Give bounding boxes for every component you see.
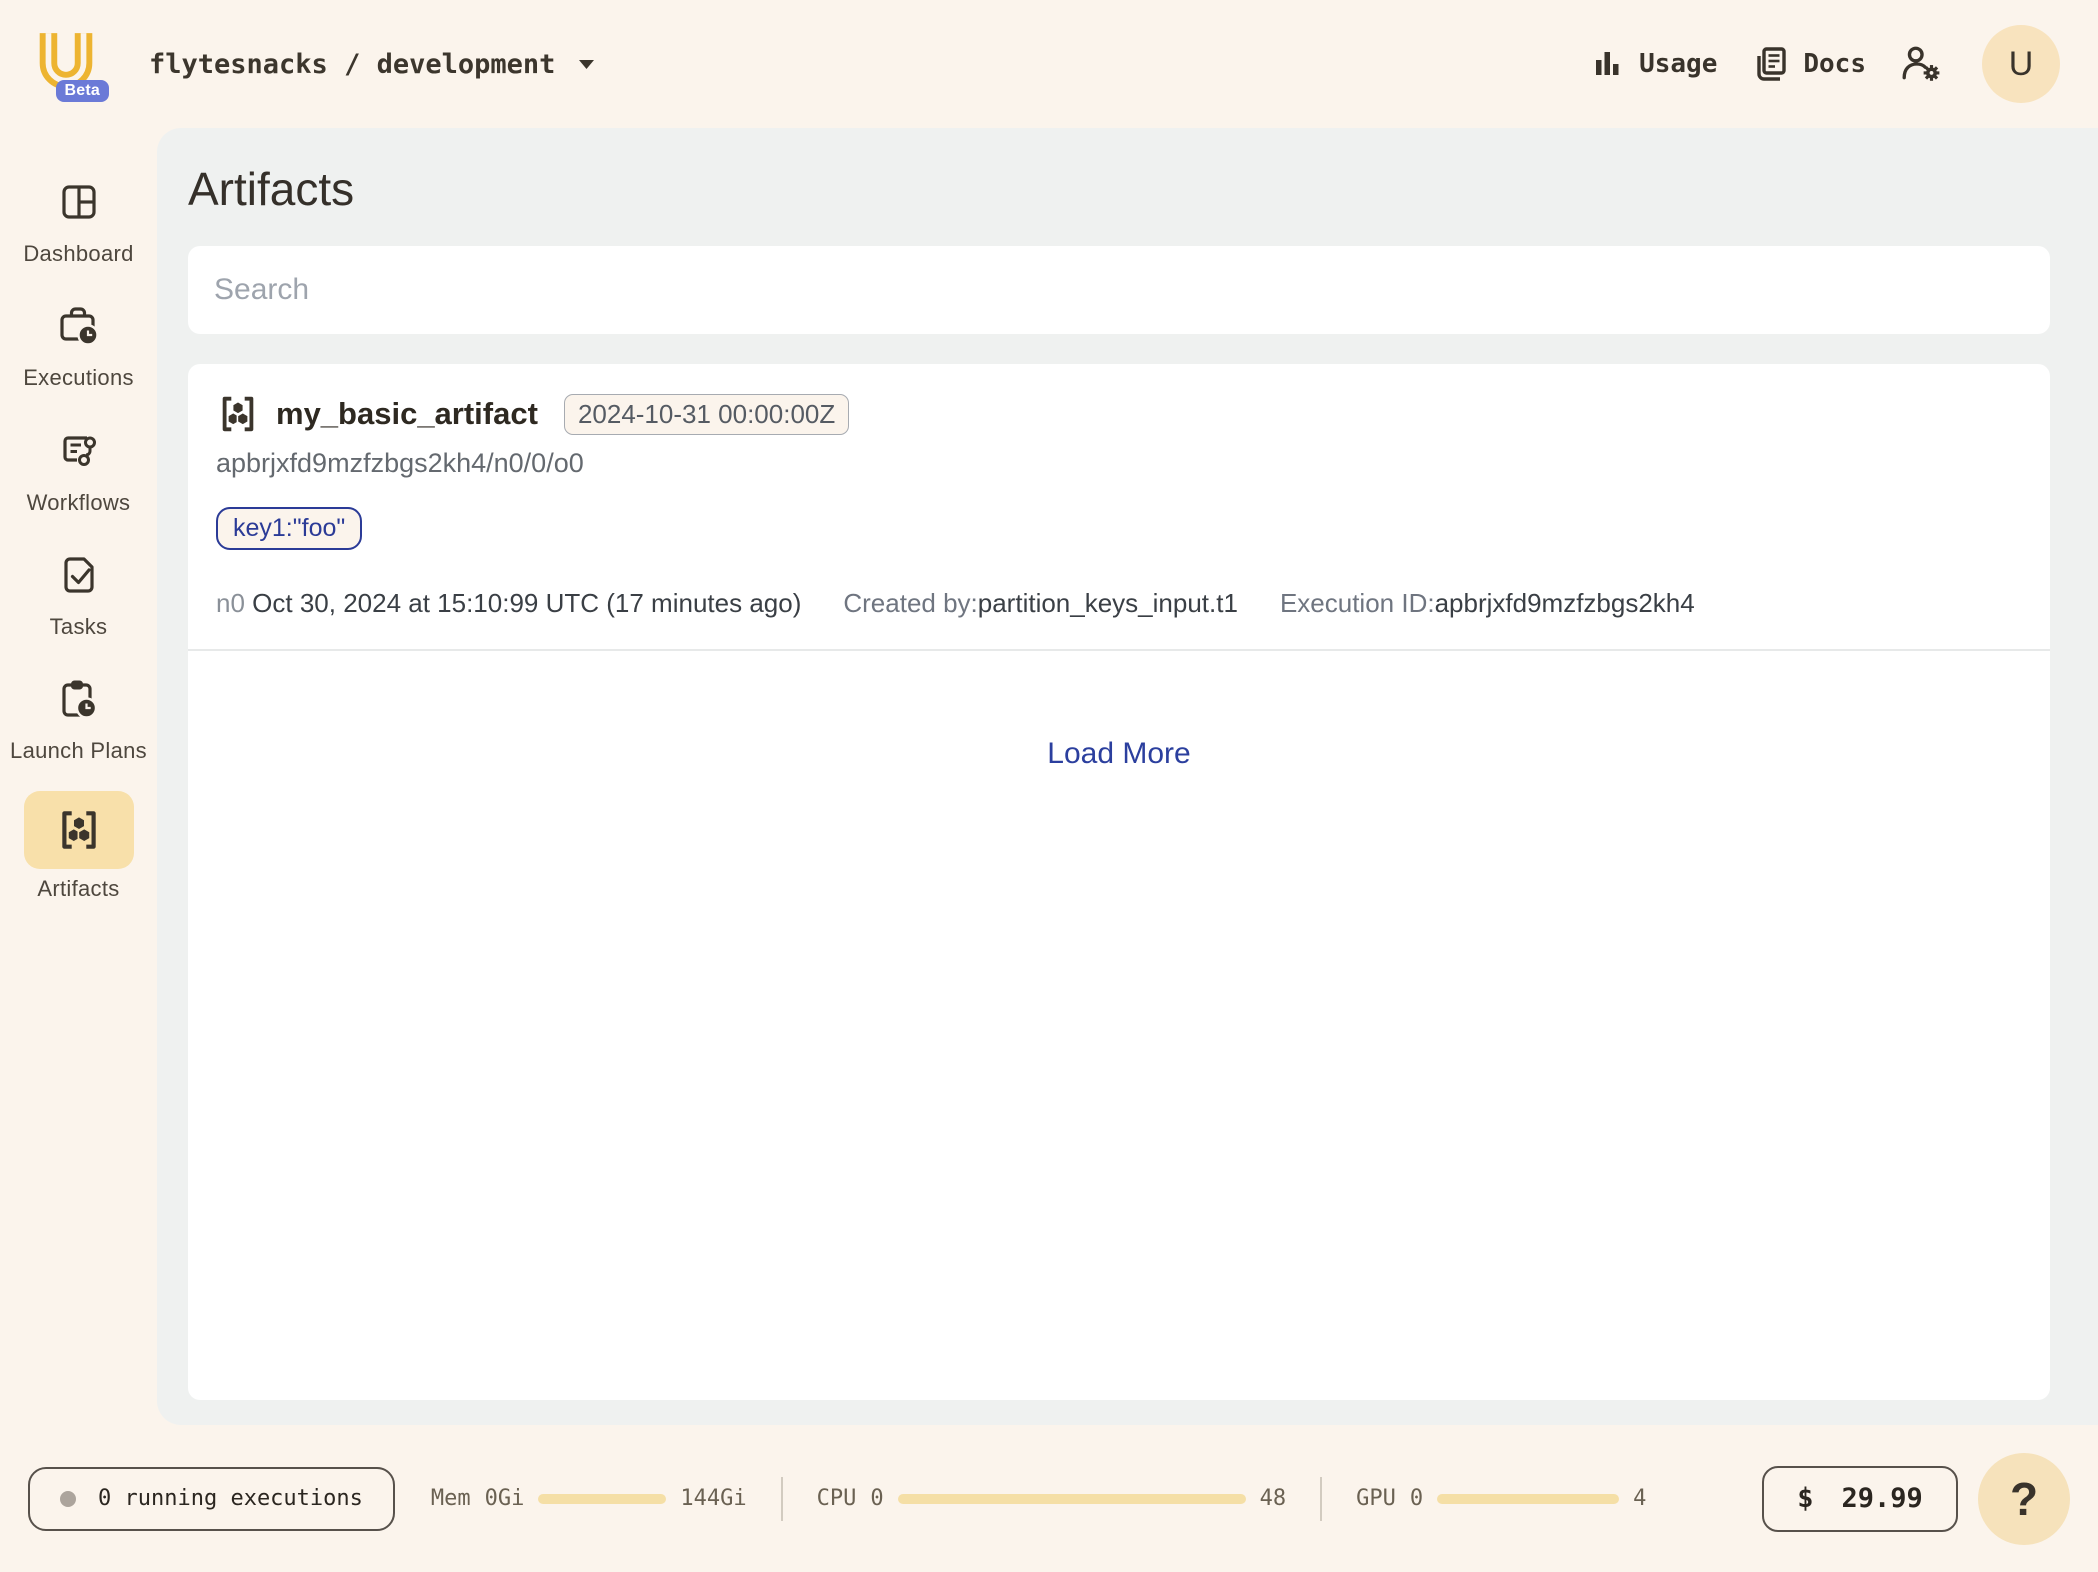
sidebar-item-artifacts[interactable]: Artifacts [9, 791, 149, 901]
cpu-progress-bar [897, 1493, 1246, 1504]
union-logo[interactable]: Beta [33, 28, 109, 102]
artifact-meta-row: n0 Oct 30, 2024 at 15:10:99 UTC (17 minu… [216, 588, 2022, 619]
cpu-value: 0 [870, 1486, 884, 1511]
sidebar-item-dashboard[interactable]: Dashboard [9, 170, 149, 266]
help-button[interactable]: ? [1978, 1452, 2070, 1545]
running-executions-label: 0 running executions [98, 1486, 363, 1511]
execution-id: Execution ID:apbrjxfd9mzfzbgs2kh4 [1280, 588, 1695, 619]
dashboard-icon [61, 185, 96, 219]
sidebar-item-label: Executions [23, 365, 134, 391]
artifacts-icon [61, 811, 96, 850]
usage-button[interactable]: Usage [1591, 47, 1717, 81]
page-title: Artifacts [188, 163, 355, 215]
question-mark-icon: ? [2009, 1472, 2039, 1525]
cpu-usage: CPU 0 48 [817, 1486, 1287, 1511]
dollar-sign: $ [1797, 1483, 1814, 1514]
status-bar: 0 running executions Mem 0Gi 144Gi CPU 0… [0, 1425, 2098, 1572]
artifact-name: my_basic_artifact [276, 396, 538, 431]
sidebar-item-label: Artifacts [37, 876, 120, 902]
executions-icon [59, 307, 99, 346]
mem-max: 144Gi [680, 1486, 747, 1511]
statusbar-divider [1320, 1476, 1323, 1521]
load-more-button[interactable]: Load More [1047, 737, 1190, 771]
search-input[interactable] [188, 246, 2050, 334]
key-chip[interactable]: key1:"foo" [216, 507, 363, 550]
sidebar-item-launch-plans[interactable]: Launch Plans [9, 667, 149, 763]
chevron-down-icon [579, 59, 595, 69]
beta-badge: Beta [55, 80, 109, 102]
created-by-value: partition_keys_input.t1 [977, 588, 1238, 618]
sidebar-item-label: Workflows [26, 489, 131, 515]
launch-plans-icon [61, 680, 97, 719]
artifact-id: apbrjxfd9mzfzbgs2kh4/n0/0/o0 [216, 448, 584, 478]
execution-id-value: apbrjxfd9mzfzbgs2kh4 [1434, 588, 1695, 618]
sidebar-item-workflows[interactable]: Workflows [9, 419, 149, 515]
avatar[interactable]: U [1982, 25, 2060, 103]
status-dot-icon [60, 1490, 76, 1507]
gpu-progress-bar [1437, 1493, 1620, 1504]
node-id: n0 [216, 588, 245, 618]
usage-label: Usage [1639, 49, 1718, 79]
created-by-label: Created by: [843, 588, 978, 618]
created-by: Created by:partition_keys_input.t1 [843, 588, 1238, 619]
gpu-label: GPU [1356, 1486, 1396, 1511]
docs-label: Docs [1803, 49, 1866, 79]
created-at-value: Oct 30, 2024 at 15:10:99 UTC (17 minutes… [252, 588, 802, 618]
user-settings-button[interactable] [1900, 43, 1942, 85]
cpu-label: CPU [816, 1486, 857, 1511]
docs-icon [1757, 47, 1787, 81]
artifacts-list-card: my_basic_artifact 2024-10-31 00:00:00Z a… [188, 364, 2050, 1400]
cost-button[interactable]: $ 29.99 [1762, 1465, 1958, 1532]
workflows-icon [62, 435, 96, 466]
sidebar-item-tasks[interactable]: Tasks [9, 543, 149, 639]
mem-value: 0Gi [484, 1486, 525, 1511]
artifact-entry[interactable]: my_basic_artifact 2024-10-31 00:00:00Z a… [188, 364, 2050, 649]
created-at: n0 Oct 30, 2024 at 15:10:99 UTC (17 minu… [216, 588, 801, 619]
gpu-usage: GPU 0 4 [1356, 1486, 1646, 1511]
sidebar: Dashboard Executions Workflows Tasks Lau… [0, 128, 157, 1425]
docs-button[interactable]: Docs [1751, 45, 1866, 83]
mem-usage: Mem 0Gi 144Gi [431, 1486, 747, 1511]
sidebar-item-executions[interactable]: Executions [9, 294, 149, 390]
cpu-max: 48 [1259, 1486, 1287, 1511]
mem-label: Mem [430, 1486, 471, 1511]
artifact-icon [222, 396, 254, 432]
execution-id-label: Execution ID: [1279, 588, 1435, 618]
main-panel: Artifacts my_basic_artifact 2024-10-31 0… [157, 128, 2098, 1425]
statusbar-divider [780, 1476, 783, 1521]
breadcrumb-text: flytesnacks / development [149, 48, 556, 80]
tasks-icon [63, 557, 94, 593]
avatar-initial: U [2008, 44, 2034, 83]
mem-progress-bar [538, 1493, 667, 1504]
breadcrumb[interactable]: flytesnacks / development [149, 48, 595, 80]
gpu-value: 0 [1409, 1486, 1424, 1511]
cost-amount: 29.99 [1841, 1483, 1923, 1514]
sidebar-item-label: Dashboard [23, 241, 134, 266]
top-header: Beta flytesnacks / development Usage Doc [0, 0, 2098, 128]
running-executions-pill[interactable]: 0 running executions [28, 1466, 395, 1531]
gpu-max: 4 [1633, 1486, 1647, 1511]
user-gear-icon [1902, 46, 1940, 81]
bar-chart-icon [1596, 52, 1619, 75]
sidebar-item-label: Tasks [49, 613, 108, 639]
timestamp-badge: 2024-10-31 00:00:00Z [563, 393, 850, 435]
sidebar-item-label: Launch Plans [10, 738, 147, 764]
